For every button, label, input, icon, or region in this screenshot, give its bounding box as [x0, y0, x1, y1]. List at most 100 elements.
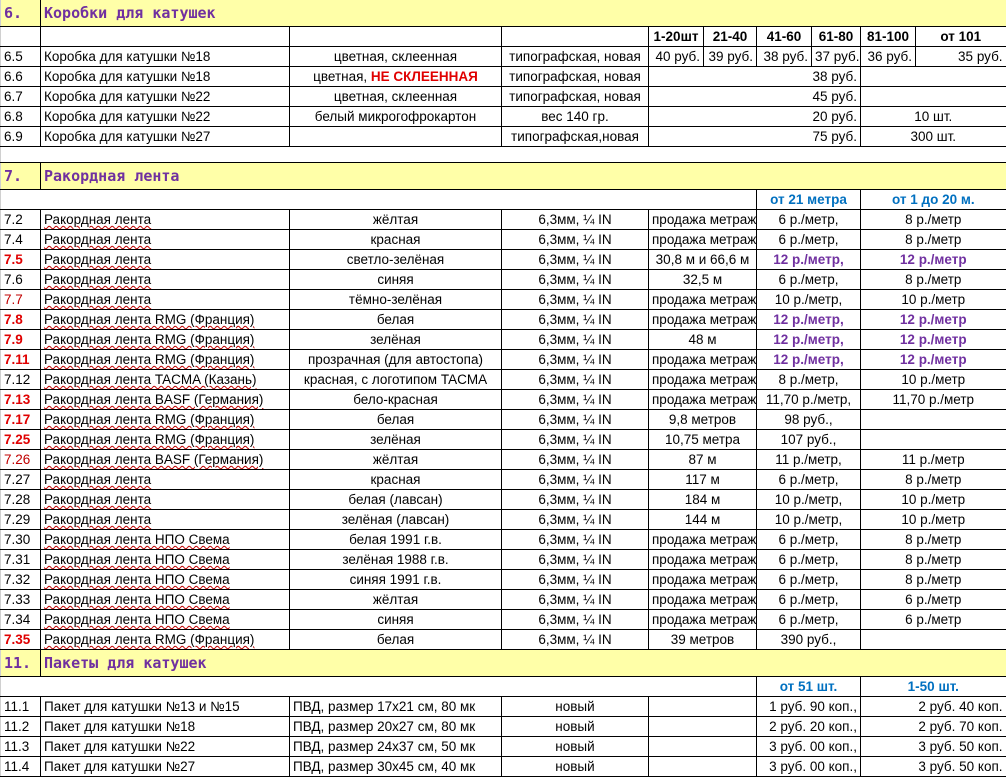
item-size[interactable]: 6,3мм, ¼ IN: [501, 369, 649, 390]
cell[interactable]: [0, 189, 757, 210]
price-retail[interactable]: 12 р./метр: [859, 309, 1006, 330]
item-size[interactable]: 6,3мм, ¼ IN: [501, 409, 649, 430]
price-bulk[interactable]: 6 р./метр,: [756, 209, 861, 230]
item-desc[interactable]: цветная, НЕ СКЛЕЕННАЯ: [289, 66, 502, 87]
item-name[interactable]: Ракордная лента BASF (Германия): [40, 389, 290, 410]
qty-header[interactable]: от 1 до 20 м.: [859, 189, 1006, 210]
item-id[interactable]: 6.6: [0, 66, 41, 87]
qty-header[interactable]: от 51 шт.: [756, 676, 861, 697]
price-retail[interactable]: 6 р./метр: [859, 609, 1006, 630]
item-id[interactable]: 7.4: [0, 229, 41, 250]
cell[interactable]: [0, 26, 41, 47]
item-name[interactable]: Пакет для катушки №18: [40, 716, 290, 737]
item-spec[interactable]: ПВД, размер 24х37 см, 50 мк: [289, 736, 502, 757]
item-color[interactable]: жёлтая: [289, 209, 502, 230]
cell[interactable]: [648, 696, 757, 717]
price-retail[interactable]: 11,70 р./метр: [859, 389, 1006, 410]
item-condition[interactable]: новый: [501, 756, 649, 777]
item-id[interactable]: 7.27: [0, 469, 41, 490]
item-name[interactable]: Коробка для катушки №18: [40, 66, 290, 87]
section-number[interactable]: 7.: [0, 162, 41, 190]
price-retail[interactable]: 10 р./метр: [859, 509, 1006, 530]
price-retail[interactable]: 11 р./метр: [859, 449, 1006, 470]
price-cell[interactable]: 38 руб.: [648, 66, 861, 87]
price-retail[interactable]: [859, 429, 1006, 450]
item-size[interactable]: 6,3мм, ¼ IN: [501, 229, 649, 250]
price-bulk[interactable]: 12 р./метр,: [756, 249, 861, 270]
price-bulk[interactable]: 98 руб.,: [756, 409, 861, 430]
price-bulk[interactable]: 3 руб. 00 коп.,: [756, 756, 861, 777]
item-name[interactable]: Пакет для катушки №27: [40, 756, 290, 777]
item-name[interactable]: Ракордная лента НПО Свема: [40, 529, 290, 550]
item-sale[interactable]: 184 м: [648, 489, 757, 510]
section-number[interactable]: 11.: [0, 649, 41, 677]
item-color[interactable]: красная: [289, 229, 502, 250]
item-color[interactable]: зелёная: [289, 329, 502, 350]
item-size[interactable]: 6,3мм, ¼ IN: [501, 469, 649, 490]
price-retail[interactable]: 8 р./метр: [859, 269, 1006, 290]
cell[interactable]: [501, 26, 649, 47]
item-color[interactable]: белая: [289, 409, 502, 430]
price-retail[interactable]: 12 р./метр: [859, 349, 1006, 370]
price-retail[interactable]: 8 р./метр: [859, 529, 1006, 550]
price-retail[interactable]: 8 р./метр: [859, 209, 1006, 230]
section-title[interactable]: Пакеты для катушек: [39, 649, 1006, 677]
item-size[interactable]: 6,3мм, ¼ IN: [501, 269, 649, 290]
item-id[interactable]: 7.29: [0, 509, 41, 530]
item-type[interactable]: типографская,новая: [501, 126, 649, 147]
item-sale[interactable]: 87 м: [648, 449, 757, 470]
item-color[interactable]: белая 1991 г.в.: [289, 529, 502, 550]
cell[interactable]: [0, 146, 1006, 163]
section-title[interactable]: Коробки для катушек: [39, 0, 1006, 27]
item-sale[interactable]: продажа метражом: [648, 589, 757, 610]
item-desc[interactable]: цветная, склеенная: [289, 46, 502, 67]
price-bulk[interactable]: 3 руб. 00 коп.,: [756, 736, 861, 757]
price-bulk[interactable]: 12 р./метр,: [756, 309, 861, 330]
item-id[interactable]: 7.2: [0, 209, 41, 230]
cell[interactable]: [0, 676, 757, 697]
item-name[interactable]: Ракордная лента TACMA (Казань): [40, 369, 290, 390]
item-color[interactable]: белая: [289, 629, 502, 650]
item-name[interactable]: Ракордная лента RMG (Франция): [40, 329, 290, 350]
item-size[interactable]: 6,3мм, ¼ IN: [501, 629, 649, 650]
item-id[interactable]: 11.1: [0, 696, 41, 717]
qty-header[interactable]: от 21 метра: [756, 189, 861, 210]
item-size[interactable]: 6,3мм, ¼ IN: [501, 489, 649, 510]
price-cell[interactable]: 37 руб.: [811, 46, 861, 67]
item-id[interactable]: 6.7: [0, 86, 41, 107]
price-cell[interactable]: 20 руб.: [648, 106, 861, 127]
item-size[interactable]: 6,3мм, ¼ IN: [501, 549, 649, 570]
item-id[interactable]: 7.7: [0, 289, 41, 310]
item-id[interactable]: 7.9: [0, 329, 41, 350]
item-condition[interactable]: новый: [501, 716, 649, 737]
item-sale[interactable]: 30,8 м и 66,6 м: [648, 249, 757, 270]
item-id[interactable]: 11.2: [0, 716, 41, 737]
price-bulk[interactable]: 6 р./метр,: [756, 229, 861, 250]
item-id[interactable]: 7.30: [0, 529, 41, 550]
item-sale[interactable]: продажа метражом: [648, 229, 757, 250]
item-desc[interactable]: цветная, склеенная: [289, 86, 502, 107]
item-name[interactable]: Ракордная лента RMG (Франция): [40, 409, 290, 430]
item-spec[interactable]: ПВД, размер 17х21 см, 80 мк: [289, 696, 502, 717]
price-retail[interactable]: 6 р./метр: [859, 589, 1006, 610]
section-title[interactable]: Ракордная лента: [39, 162, 1006, 190]
item-size[interactable]: 6,3мм, ¼ IN: [501, 309, 649, 330]
item-id[interactable]: 7.31: [0, 549, 41, 570]
price-retail[interactable]: 8 р./метр: [859, 569, 1006, 590]
item-color[interactable]: светло-зелёная: [289, 249, 502, 270]
item-id[interactable]: 7.28: [0, 489, 41, 510]
item-name[interactable]: Коробка для катушки №18: [40, 46, 290, 67]
extra-cell[interactable]: [859, 86, 1006, 107]
item-sale[interactable]: продажа метражом: [648, 609, 757, 630]
extra-cell[interactable]: 10 шт.: [859, 106, 1006, 127]
item-id[interactable]: 7.5: [0, 249, 41, 270]
price-bulk[interactable]: 6 р./метр,: [756, 609, 861, 630]
item-spec[interactable]: ПВД, размер 30х45 см, 40 мк: [289, 756, 502, 777]
price-bulk[interactable]: 107 руб.,: [756, 429, 861, 450]
item-name[interactable]: Коробка для катушки №22: [40, 106, 290, 127]
item-size[interactable]: 6,3мм, ¼ IN: [501, 509, 649, 530]
item-name[interactable]: Ракордная лента RMG (Франция): [40, 629, 290, 650]
item-id[interactable]: 7.6: [0, 269, 41, 290]
price-cell[interactable]: 40 руб.: [648, 46, 704, 67]
price-bulk[interactable]: 10 р./метр,: [756, 509, 861, 530]
